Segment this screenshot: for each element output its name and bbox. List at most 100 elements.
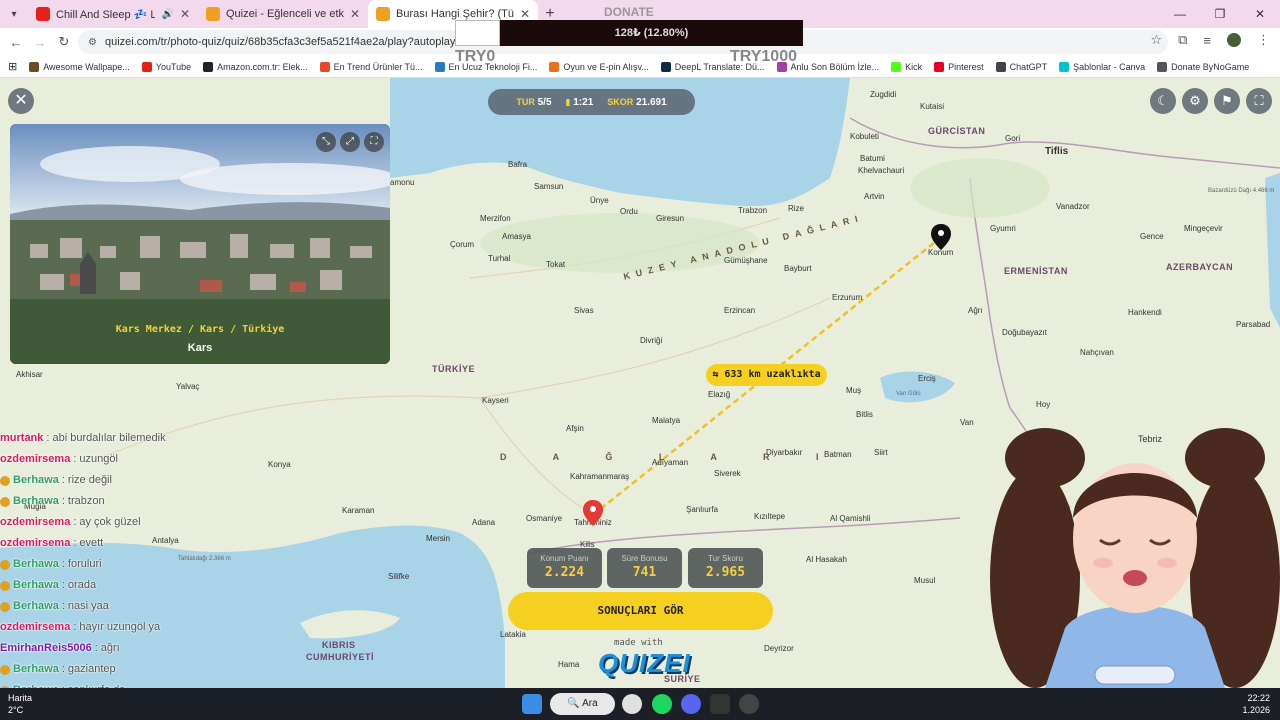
- chat-username[interactable]: murtank: [0, 428, 43, 449]
- minimize-icon[interactable]: —: [1160, 0, 1200, 28]
- profile-avatar[interactable]: [1227, 33, 1241, 47]
- chat-message: EmirhanReis5006: ağrı: [0, 638, 200, 659]
- chat-message: ozdemirsema: evett: [0, 533, 200, 554]
- country-label: KIBRIS: [322, 640, 356, 650]
- bookmark-label: YouTube: [155, 61, 192, 72]
- bookmark-label: En Trend Ürünler Tü...: [333, 61, 423, 72]
- chat-message: Berhawa: gaziantep: [0, 659, 200, 680]
- bookmark-label: Kick: [905, 61, 923, 72]
- bookmark-item[interactable]: En Trend Ürünler Tü...: [319, 61, 423, 72]
- chat-username[interactable]: Berhawa: [13, 575, 59, 596]
- guess-marker-icon[interactable]: [583, 500, 603, 526]
- weather-widget[interactable]: Harita 2°C: [8, 692, 32, 716]
- bookmark-star-icon[interactable]: ☆: [1150, 32, 1162, 48]
- spotify-icon[interactable]: [652, 694, 672, 714]
- place-label: Muş: [846, 386, 862, 395]
- tab-label: Burası Hangi Şehir? (Türkiye) - Q: [396, 8, 514, 20]
- place-label: Turhal: [488, 254, 511, 263]
- menu-icon[interactable]: ⋮: [1257, 32, 1270, 48]
- capcut-icon[interactable]: [710, 694, 730, 714]
- clock[interactable]: 22:22 1.2026: [1242, 692, 1270, 716]
- report-flag-icon[interactable]: ⚑: [1214, 88, 1240, 114]
- quizei-logo[interactable]: QUIZEI: [598, 648, 691, 679]
- minimize-photo-icon[interactable]: ⤡: [316, 132, 336, 152]
- sub-badge-icon: [0, 664, 10, 675]
- apps-grid-icon[interactable]: ⊞: [8, 60, 17, 73]
- bookmark-item[interactable]: Şablonlar - Canva: [1059, 61, 1145, 72]
- chat-username[interactable]: ozdemirsema: [0, 512, 70, 533]
- close-window-icon[interactable]: ✕: [1240, 0, 1280, 28]
- tab-label: Chill And Sleep 💤 Lofi ca: [56, 8, 156, 21]
- chat-username[interactable]: Berhawa: [13, 554, 59, 575]
- sub-badge-icon: [0, 601, 10, 612]
- see-results-button[interactable]: SONUÇLARI GÖR: [508, 592, 773, 630]
- tab-quizei[interactable]: Quizei - Eğlenceli ve etkileşimli ✕: [198, 0, 368, 28]
- close-tab-icon[interactable]: ✕: [180, 7, 190, 21]
- maximize-icon[interactable]: ❐: [1200, 0, 1240, 28]
- bookmark-item[interactable]: Oyun ve E-pin Alışv...: [549, 61, 649, 72]
- site-info-icon[interactable]: ⚙: [88, 37, 97, 48]
- discord-icon[interactable]: [681, 694, 701, 714]
- quizei-favicon-icon: [206, 7, 220, 21]
- bookmark-label: Oyun ve E-pin Alışv...: [563, 61, 649, 72]
- chat-username[interactable]: Berhawa: [13, 596, 59, 617]
- vtuber-avatar: [990, 428, 1280, 688]
- fullscreen-photo-icon[interactable]: ⛶: [364, 132, 384, 152]
- chat-username[interactable]: ozdemirsema: [0, 533, 70, 554]
- place-label: Giresun: [656, 214, 685, 223]
- forward-icon[interactable]: →: [28, 35, 52, 50]
- place-label: Adana: [472, 518, 496, 527]
- quiz-photo-panel[interactable]: ⤡ ⤢ ⛶ Kars Merkez / Kars / Türkiye Kars: [10, 124, 390, 364]
- place-label: Erciş: [918, 374, 936, 383]
- chat-username[interactable]: EmirhanReis5006: [0, 638, 92, 659]
- place-label: Erzurum: [832, 293, 863, 302]
- expand-photo-icon[interactable]: ⤢: [340, 132, 360, 152]
- close-tab-icon[interactable]: ✕: [350, 7, 360, 21]
- bookmark-item[interactable]: Donate ByNoGame: [1157, 61, 1249, 72]
- start-icon[interactable]: [522, 694, 542, 714]
- bookmark-favicon-icon: [141, 61, 152, 72]
- bookmarks-bar: ⊞ Awesome Wallpape... YouTube Amazon.com.t…: [0, 56, 1280, 78]
- donation-min-label: TRY0: [455, 48, 496, 65]
- country-label: GÜRCİSTAN: [928, 126, 986, 136]
- place-label: Osmaniye: [526, 514, 563, 523]
- dark-mode-icon[interactable]: ☾: [1150, 88, 1176, 114]
- bookmark-favicon-icon: [660, 61, 671, 72]
- bookmark-item[interactable]: Amazon.com.tr: Elek...: [203, 61, 308, 72]
- taskbar-search[interactable]: 🔍 Ara: [550, 693, 615, 715]
- chat-username[interactable]: ozdemirsema: [0, 617, 70, 638]
- url-text: quizei.com/tr/photo-quiz/quiz/68b35cfa3c…: [104, 36, 481, 48]
- chat-message: ozdemirsema: hayır uzungöl ya: [0, 617, 200, 638]
- chat-username[interactable]: Berhawa: [13, 491, 59, 512]
- audio-icon[interactable]: 🔊: [161, 9, 173, 20]
- tab-lofi[interactable]: Chill And Sleep 💤 Lofi ca 🔊 ✕: [28, 0, 198, 28]
- close-quiz-button[interactable]: ✕: [8, 88, 34, 114]
- place-label: Gümüşhane: [724, 256, 768, 265]
- chat-username[interactable]: Berhawa: [13, 470, 59, 491]
- answer-marker-icon[interactable]: [931, 224, 951, 250]
- bookmark-item[interactable]: ChatGPT: [995, 61, 1047, 72]
- bookmark-item[interactable]: Kick: [891, 61, 923, 72]
- bookmark-item[interactable]: Pinterest: [934, 61, 984, 72]
- place-label: Al Hasakah: [806, 555, 847, 564]
- close-tab-icon[interactable]: ✕: [520, 7, 530, 21]
- bookmark-item[interactable]: YouTube: [141, 61, 192, 72]
- reading-list-icon[interactable]: ≡: [1203, 33, 1211, 48]
- chat-message: Berhawa: rize değil: [0, 470, 200, 491]
- back-icon[interactable]: ←: [4, 35, 28, 50]
- obs-icon[interactable]: [739, 694, 759, 714]
- tab-search-chevron-icon[interactable]: ▾: [0, 0, 28, 28]
- place-label: Samsun: [534, 182, 564, 191]
- extensions-icon[interactable]: ⧉: [1178, 32, 1187, 48]
- chat-username[interactable]: Berhawa: [13, 659, 59, 680]
- bookmark-item[interactable]: Awesome Wallpape...: [29, 61, 130, 72]
- reload-icon[interactable]: ↻: [52, 34, 76, 50]
- round-score-card: Tur Skoru 2.965: [688, 548, 763, 588]
- chrome-icon[interactable]: [622, 694, 642, 714]
- timer: ▮ 1:21: [565, 96, 594, 108]
- settings-gear-icon[interactable]: ⚙: [1182, 88, 1208, 114]
- chat-username[interactable]: ozdemirsema: [0, 449, 70, 470]
- fullscreen-icon[interactable]: ⛶: [1246, 88, 1272, 114]
- quizei-favicon-icon: [376, 7, 390, 21]
- place-label: Mingeçevir: [1184, 224, 1223, 233]
